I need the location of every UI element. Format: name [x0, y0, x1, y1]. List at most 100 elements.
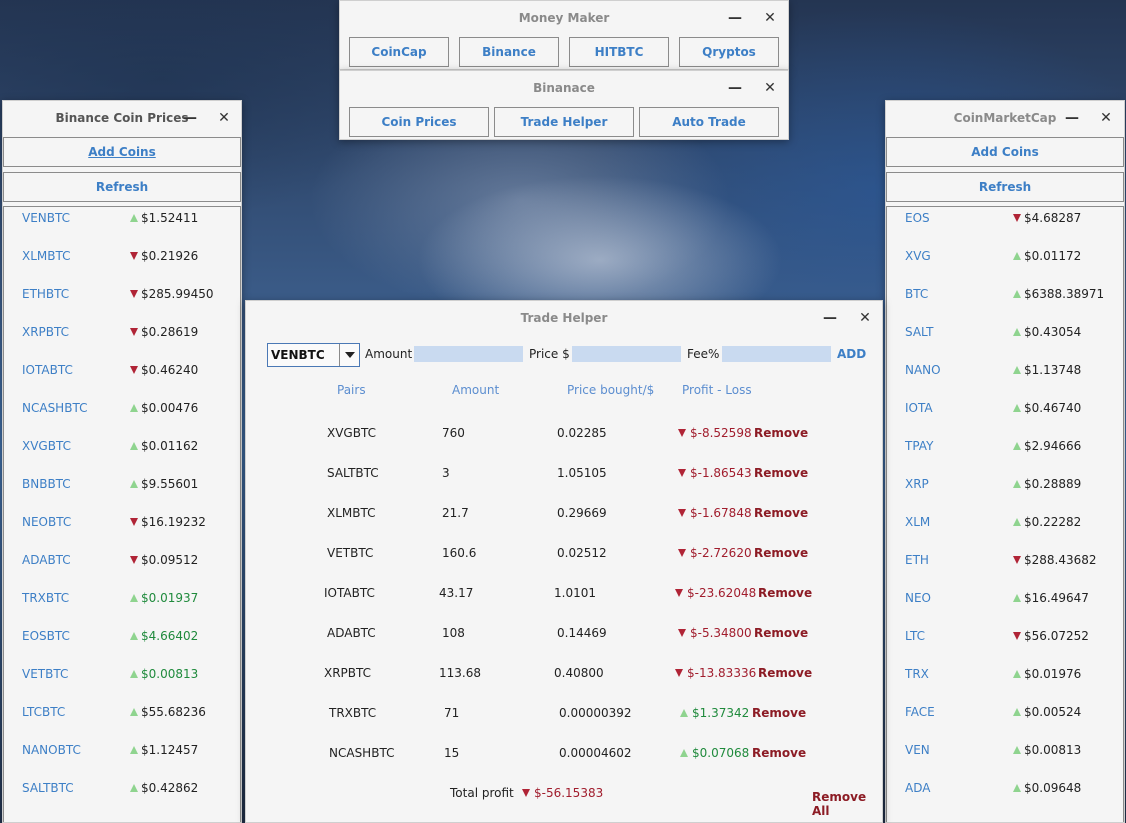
coin-row[interactable]: NANO $1.13748 — [887, 359, 1123, 397]
coincap-button[interactable]: CoinCap — [349, 37, 449, 67]
coin-prices-button[interactable]: Coin Prices — [349, 107, 489, 137]
close-icon[interactable]: ✕ — [762, 80, 778, 96]
coin-row[interactable]: TRXBTC $0.01937 — [4, 587, 240, 625]
coin-name: SALT — [905, 325, 934, 339]
up-triangle-icon — [1013, 708, 1021, 716]
refresh-button[interactable]: Refresh — [886, 172, 1124, 202]
hitbtc-button[interactable]: HITBTC — [569, 37, 669, 67]
coin-price-value: $0.28619 — [141, 325, 199, 339]
remove-trade-button[interactable]: Remove — [754, 546, 808, 560]
coin-row[interactable]: ETH $288.43682 — [887, 549, 1123, 587]
down-triangle-icon — [522, 789, 530, 797]
up-triangle-icon — [130, 594, 138, 602]
coin-price: $285.99450 — [130, 287, 214, 301]
coin-row[interactable]: EOSBTC $4.66402 — [4, 625, 240, 663]
up-triangle-icon — [130, 404, 138, 412]
remove-trade-button[interactable]: Remove — [752, 706, 806, 720]
qryptos-button[interactable]: Qryptos — [679, 37, 779, 67]
coin-row[interactable]: TRX $0.01976 — [887, 663, 1123, 701]
coin-row[interactable]: XLM $0.22282 — [887, 511, 1123, 549]
coin-row[interactable]: IOTABTC $0.46240 — [4, 359, 240, 397]
minimize-icon[interactable]: — — [727, 10, 743, 26]
refresh-button[interactable]: Refresh — [3, 172, 241, 202]
trade-pair: IOTABTC — [324, 586, 375, 600]
amount-input[interactable] — [414, 346, 523, 362]
coin-row[interactable]: FACE $0.00524 — [887, 701, 1123, 739]
coin-row[interactable]: SALT $0.43054 — [887, 321, 1123, 359]
coin-name: NEO — [905, 591, 932, 605]
binance-coin-prices-titlebar[interactable]: Binance Coin Prices — ✕ — [3, 101, 241, 135]
coin-name: ETH — [905, 553, 929, 567]
close-icon[interactable]: ✕ — [1098, 110, 1114, 126]
coin-row[interactable]: VENBTC $1.52411 — [4, 207, 240, 245]
remove-trade-button[interactable]: Remove — [754, 626, 808, 640]
header-pairs: Pairs — [337, 383, 366, 397]
remove-trade-button[interactable]: Remove — [754, 506, 808, 520]
coin-row[interactable]: ADABTC $0.09512 — [4, 549, 240, 587]
coin-row[interactable]: BNBBTC $9.55601 — [4, 473, 240, 511]
binance-coin-list[interactable]: VENBTC $1.52411 XLMBTC $0.21926 ETHBTC $285.9… — [3, 206, 241, 822]
total-profit-label: Total profit — [450, 786, 514, 800]
remove-trade-button[interactable]: Remove — [752, 746, 806, 760]
add-coins-button[interactable]: Add Coins — [886, 137, 1124, 167]
coin-price: $6388.38971 — [1013, 287, 1104, 301]
remove-trade-button[interactable]: Remove — [758, 666, 812, 680]
coinmarketcap-coin-list[interactable]: EOS $4.68287 XVG $0.01172 BTC $6388.38971 SALT… — [886, 206, 1124, 822]
coin-row[interactable]: ADA $0.09648 — [887, 777, 1123, 815]
trade-price: 0.00000392 — [559, 706, 632, 720]
coin-row[interactable]: NEO $16.49647 — [887, 587, 1123, 625]
coin-row[interactable]: XLMBTC $0.21926 — [4, 245, 240, 283]
minimize-icon[interactable]: — — [1064, 110, 1080, 126]
up-triangle-icon — [1013, 442, 1021, 450]
coin-name: NANO — [905, 363, 941, 377]
add-trade-button[interactable]: ADD — [837, 347, 866, 361]
coin-row[interactable]: BTC $6388.38971 — [887, 283, 1123, 321]
close-icon[interactable]: ✕ — [762, 10, 778, 26]
coin-row[interactable]: XVG $0.01172 — [887, 245, 1123, 283]
coin-row[interactable]: NANOBTC $1.12457 — [4, 739, 240, 777]
price-input[interactable] — [572, 346, 681, 362]
coin-row[interactable]: IOTA $0.46740 — [887, 397, 1123, 435]
money-maker-titlebar[interactable]: Money Maker — ✕ — [340, 1, 788, 35]
remove-trade-button[interactable]: Remove — [754, 426, 808, 440]
coin-row[interactable]: XRP $0.28889 — [887, 473, 1123, 511]
coin-row[interactable]: TPAY $2.94666 — [887, 435, 1123, 473]
coin-name: XVG — [905, 249, 931, 263]
coin-row[interactable]: LTC $56.07252 — [887, 625, 1123, 663]
remove-trade-button[interactable]: Remove — [754, 466, 808, 480]
trade-profit-loss-value: $-23.62048 — [687, 586, 757, 600]
fee-input[interactable] — [722, 346, 831, 362]
binanace-titlebar[interactable]: Binanace — ✕ — [340, 71, 788, 105]
coin-row[interactable]: ETHBTC $285.99450 — [4, 283, 240, 321]
up-triangle-icon — [130, 632, 138, 640]
coin-price-value: $0.09648 — [1024, 781, 1082, 795]
minimize-icon[interactable]: — — [822, 310, 838, 326]
coin-row[interactable]: XVGBTC $0.01162 — [4, 435, 240, 473]
coin-row[interactable]: LTCBTC $55.68236 — [4, 701, 240, 739]
binance-button[interactable]: Binance — [459, 37, 559, 67]
coin-row[interactable]: NEOBTC $16.19232 — [4, 511, 240, 549]
chevron-down-icon[interactable] — [339, 344, 359, 366]
coin-price-value: $0.22282 — [1024, 515, 1082, 529]
coin-row[interactable]: VEN $0.00813 — [887, 739, 1123, 777]
trade-helper-button[interactable]: Trade Helper — [494, 107, 634, 137]
coin-row[interactable]: XRPBTC $0.28619 — [4, 321, 240, 359]
trade-profit-loss: $-5.34800 — [678, 626, 752, 640]
minimize-icon[interactable]: — — [727, 80, 743, 96]
add-coins-button[interactable]: Add Coins — [3, 137, 241, 167]
close-icon[interactable]: ✕ — [857, 310, 873, 326]
coin-row[interactable]: NCASHBTC $0.00476 — [4, 397, 240, 435]
coin-row[interactable]: SALTBTC $0.42862 — [4, 777, 240, 815]
coinmarketcap-titlebar[interactable]: CoinMarketCap — ✕ — [886, 101, 1124, 135]
up-triangle-icon — [1013, 784, 1021, 792]
coin-row[interactable]: EOS $4.68287 — [887, 207, 1123, 245]
minimize-icon[interactable]: — — [182, 110, 198, 126]
close-icon[interactable]: ✕ — [216, 110, 232, 126]
remove-trade-button[interactable]: Remove — [758, 586, 812, 600]
remove-all-button[interactable]: Remove All — [812, 790, 882, 818]
pair-select[interactable]: VENBTC — [267, 343, 360, 367]
trade-helper-titlebar[interactable]: Trade Helper — ✕ — [246, 301, 882, 335]
coin-row[interactable]: VETBTC $0.00813 — [4, 663, 240, 701]
auto-trade-button[interactable]: Auto Trade — [639, 107, 779, 137]
coin-name: VEN — [905, 743, 930, 757]
